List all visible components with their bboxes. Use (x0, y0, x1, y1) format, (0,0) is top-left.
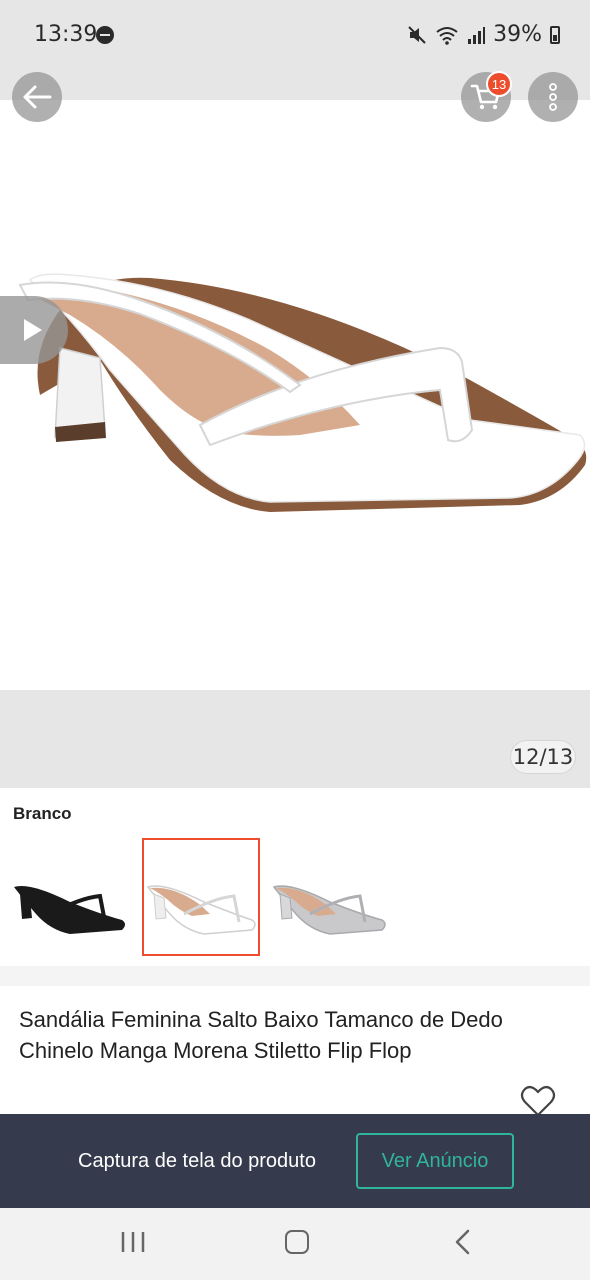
battery-icon (550, 25, 560, 44)
variant-thumbnail (272, 885, 386, 935)
video-play-button[interactable] (0, 296, 68, 364)
play-icon (24, 319, 42, 341)
status-bar: 13:39 39% (0, 0, 590, 72)
image-counter: 12/13 (510, 740, 576, 774)
battery-percent: 39% (493, 22, 542, 47)
banner-text: Captura de tela do produto (78, 1150, 316, 1172)
more-options-button[interactable] (528, 72, 578, 122)
signal-icon (468, 26, 486, 44)
mute-icon (408, 25, 426, 44)
product-image[interactable] (0, 100, 590, 690)
back-arrow-icon (23, 85, 52, 109)
section-divider (0, 966, 590, 986)
cart-badge: 13 (486, 71, 512, 97)
variant-thumbnail (146, 885, 256, 935)
variant-selected-label: Branco (13, 804, 72, 823)
product-title: Sandália Feminina Salto Baixo Tamanco de… (19, 1007, 503, 1063)
variant-thumbnail (14, 886, 125, 934)
view-listing-button[interactable]: Ver Anúncio (356, 1133, 514, 1189)
sandal-image (18, 273, 587, 512)
do-not-disturb-icon (96, 26, 114, 44)
back-button[interactable] (12, 72, 62, 122)
variant-option-black[interactable] (10, 838, 128, 956)
gallery-footer (0, 690, 590, 788)
variant-option-silver[interactable] (270, 838, 388, 956)
nav-back-icon[interactable] (452, 1229, 474, 1255)
more-vertical-icon (549, 83, 557, 111)
variant-option-white[interactable] (142, 838, 260, 956)
status-time: 13:39 (34, 22, 98, 47)
recent-apps-icon[interactable] (120, 1230, 146, 1254)
home-icon[interactable] (285, 1230, 309, 1254)
heart-icon (520, 1085, 556, 1117)
favorite-button[interactable] (520, 1084, 556, 1118)
wifi-icon (436, 26, 458, 45)
status-icons: 39% (407, 22, 560, 47)
